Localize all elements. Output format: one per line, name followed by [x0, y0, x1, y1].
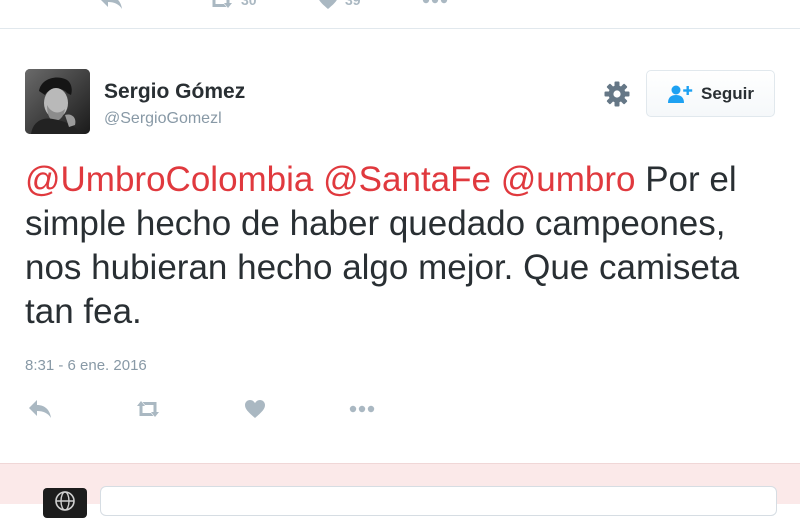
gear-icon [604, 81, 630, 107]
previous-like-button[interactable]: 39 [317, 0, 361, 10]
settings-button[interactable] [603, 80, 631, 108]
author-name[interactable]: Sergio Gómez [104, 80, 245, 104]
author-handle[interactable]: @SergioGomezl [104, 110, 222, 128]
previous-reply-button[interactable] [98, 0, 124, 10]
reply-input[interactable] [100, 486, 777, 516]
retweet-icon [137, 401, 159, 417]
mention-link[interactable]: @umbro [501, 160, 636, 199]
heart-icon [319, 0, 337, 9]
follow-label: Seguir [701, 83, 754, 103]
tweet-text-segment [313, 160, 323, 199]
previous-like-count: 39 [345, 0, 361, 8]
like-button[interactable] [240, 396, 270, 422]
mention-link[interactable]: @SantaFe [323, 160, 491, 199]
more-button[interactable] [347, 396, 377, 422]
previous-more-button[interactable] [422, 0, 448, 10]
previous-retweet-button[interactable]: 30 [207, 0, 257, 10]
reply-icon [101, 0, 122, 9]
avatar-photo [25, 69, 90, 134]
heart-icon [245, 400, 265, 418]
retweet-button[interactable] [133, 396, 163, 422]
author-avatar[interactable] [25, 69, 90, 134]
current-user-avatar [43, 488, 87, 518]
reply-composer [0, 463, 800, 518]
mention-link[interactable]: @UmbroColombia [25, 160, 313, 199]
tweet-timestamp[interactable]: 8:31 - 6 ene. 2016 [25, 357, 147, 374]
tweet-text-segment [491, 160, 501, 199]
more-icon [422, 0, 448, 4]
previous-retweet-count: 30 [241, 0, 257, 8]
previous-tweet-actions: 30 39 [0, 0, 800, 29]
follow-button[interactable]: Seguir [646, 70, 775, 117]
globe-icon [55, 491, 75, 511]
retweet-icon [212, 0, 232, 8]
follow-user-icon [668, 85, 693, 103]
tweet-text: @UmbroColombia @SantaFe @umbro Por el si… [25, 158, 785, 334]
more-icon [349, 405, 375, 413]
reply-button[interactable] [25, 396, 55, 422]
reply-icon [29, 400, 51, 418]
